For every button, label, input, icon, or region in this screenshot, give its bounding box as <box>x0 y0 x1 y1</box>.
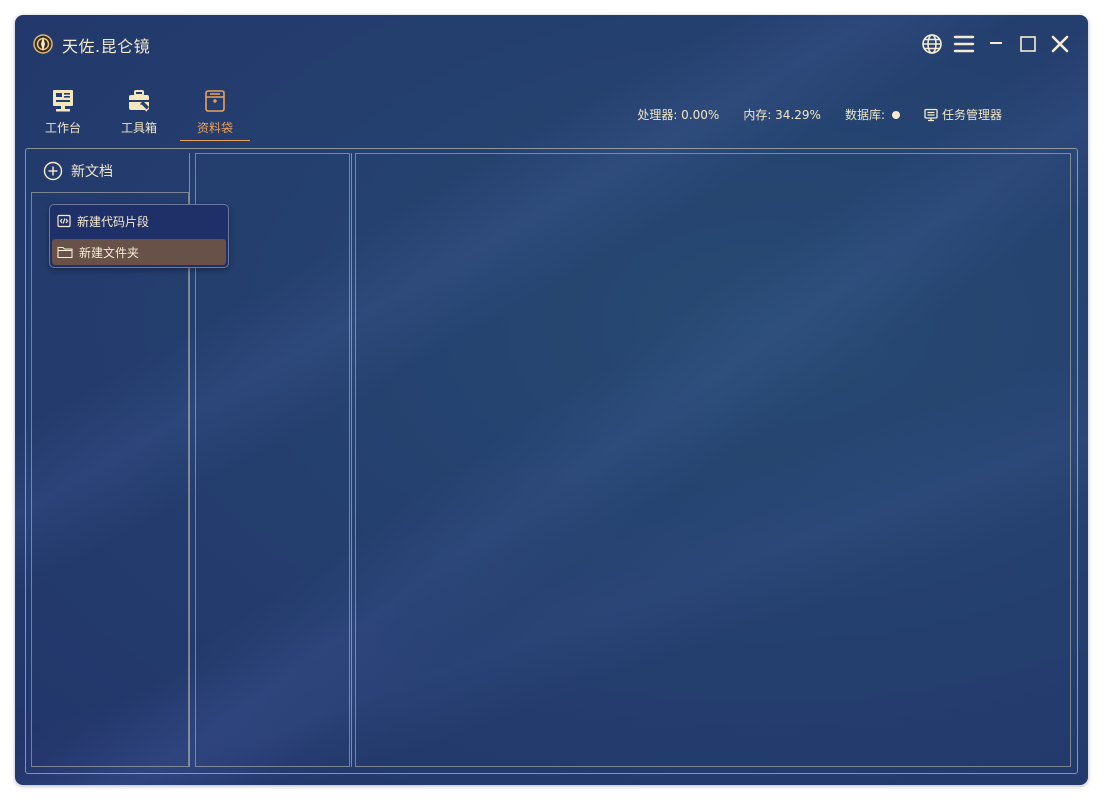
cpu-usage: 处理器: 0.00% <box>637 108 720 122</box>
active-tab-underline <box>180 140 250 141</box>
memory-usage: 内存: 34.29% <box>743 108 821 122</box>
new-document-label: 新文档 <box>71 164 113 180</box>
new-document-button[interactable]: 新文档 <box>43 161 113 181</box>
globe-icon[interactable] <box>920 32 944 56</box>
task-manager-button[interactable]: 任务管理器 <box>924 106 1002 123</box>
menu-icon[interactable] <box>952 32 976 56</box>
code-snippet-icon <box>57 214 71 228</box>
editor-pane[interactable] <box>355 153 1071 767</box>
workbench-icon <box>53 90 73 112</box>
database-status: 数据库: <box>845 106 900 123</box>
database-label: 数据库: <box>844 108 885 122</box>
window-controls <box>920 32 1072 56</box>
menu-item-new-snippet[interactable]: 新建代码片段 <box>52 208 226 234</box>
maximize-icon[interactable] <box>1016 32 1040 56</box>
task-manager-label: 任务管理器 <box>941 108 1002 122</box>
tab-archive[interactable]: 资料袋 <box>185 89 245 141</box>
tab-toolbox[interactable]: 工具箱 <box>109 89 169 141</box>
tab-workbench[interactable]: 工作台 <box>33 89 93 141</box>
pane-divider[interactable] <box>351 153 352 767</box>
menu-item-label: 新建文件夹 <box>79 245 140 260</box>
title-bar[interactable]: 天佐.昆仑镜 <box>15 15 1088 73</box>
task-manager-icon <box>924 108 938 121</box>
toolbox-icon <box>129 90 149 112</box>
app-logo-icon <box>33 34 53 54</box>
folder-icon <box>57 246 73 259</box>
tab-label: 工作台 <box>44 121 81 135</box>
archive-bag-icon <box>205 90 225 112</box>
app-title: 天佐.昆仑镜 <box>62 37 151 56</box>
document-tree-pane[interactable] <box>31 192 189 767</box>
tab-label: 资料袋 <box>196 121 233 135</box>
status-bar: 处理器: 0.00% 内存: 34.29% 数据库: 任务管理器 <box>637 106 1002 123</box>
tab-label: 工具箱 <box>120 121 157 135</box>
new-document-menu: 新建代码片段 新建文件夹 <box>49 204 229 268</box>
menu-item-new-folder[interactable]: 新建文件夹 <box>52 239 226 265</box>
app-window: 天佐.昆仑镜 工作台 工具箱 资料袋 处理器: 0.00% 内存: 34.29%… <box>15 15 1088 785</box>
plus-circle-icon <box>43 161 63 181</box>
close-icon[interactable] <box>1048 32 1072 56</box>
database-status-dot <box>891 110 900 119</box>
menu-item-label: 新建代码片段 <box>77 214 150 229</box>
minimize-icon[interactable] <box>984 32 1008 56</box>
